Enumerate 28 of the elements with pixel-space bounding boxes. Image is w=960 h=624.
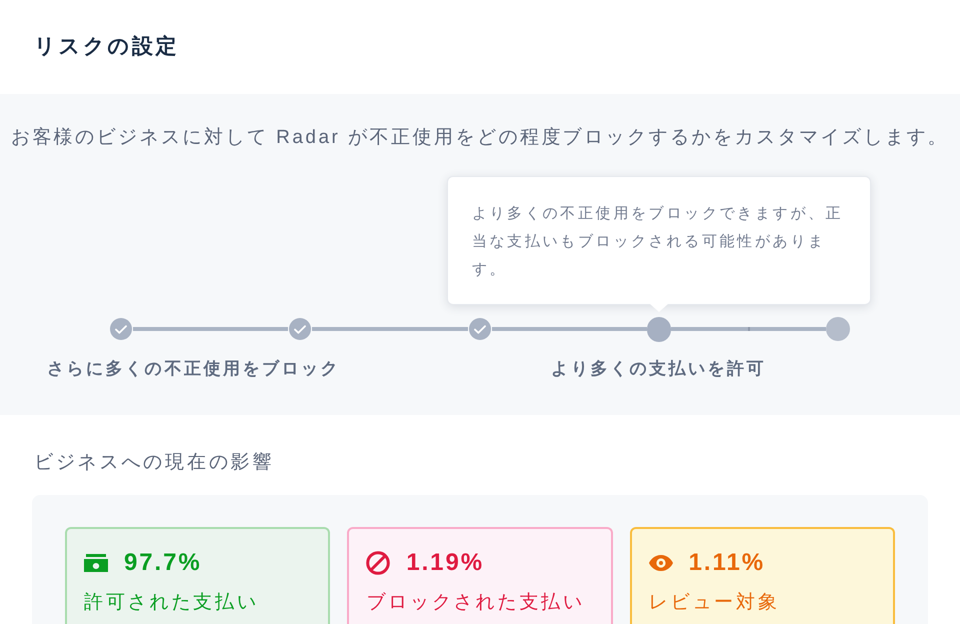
section-title: ビジネスへの現在の影響 [34,451,274,475]
slider-track[interactable] [312,327,468,331]
tooltip: より多くの不正使用をブロックできますが、正当な支払いもブロックされる可能性があります。 [446,176,871,305]
slider-step-label: さらに多くの不正使用をブロック [47,358,340,380]
percentage-value: 97.7% [124,549,202,577]
card-label: ブロックされた支払い [366,591,585,615]
page-title: リスクの設定 [34,34,180,60]
check-icon [115,324,127,334]
cash-icon [84,554,108,572]
percentage-value: 1.19% [406,549,484,577]
tooltip-pointer-icon [650,304,668,312]
card-label: 許可された支払い [84,591,259,615]
slider-track[interactable] [670,327,826,331]
percentage-value: 1.11% [688,549,765,577]
slider-step[interactable] [468,318,490,340]
card-label: レビュー対象 [648,591,780,615]
slider-step[interactable] [826,317,850,341]
check-icon [294,324,306,334]
slider-step[interactable] [646,316,671,342]
slider-step[interactable] [289,318,312,340]
slider-step-label: より多くの支払いを許可 [551,358,766,380]
slider-track[interactable] [133,327,288,331]
slider-step[interactable] [110,318,132,340]
eye-icon [648,555,673,571]
check-icon [474,324,486,334]
slider-track[interactable] [492,327,647,331]
description-text: お客様のビジネスに対して Radar が不正使用をどの程度ブロックするかをカスタマイズします。 [10,126,950,150]
block-icon [366,551,390,575]
